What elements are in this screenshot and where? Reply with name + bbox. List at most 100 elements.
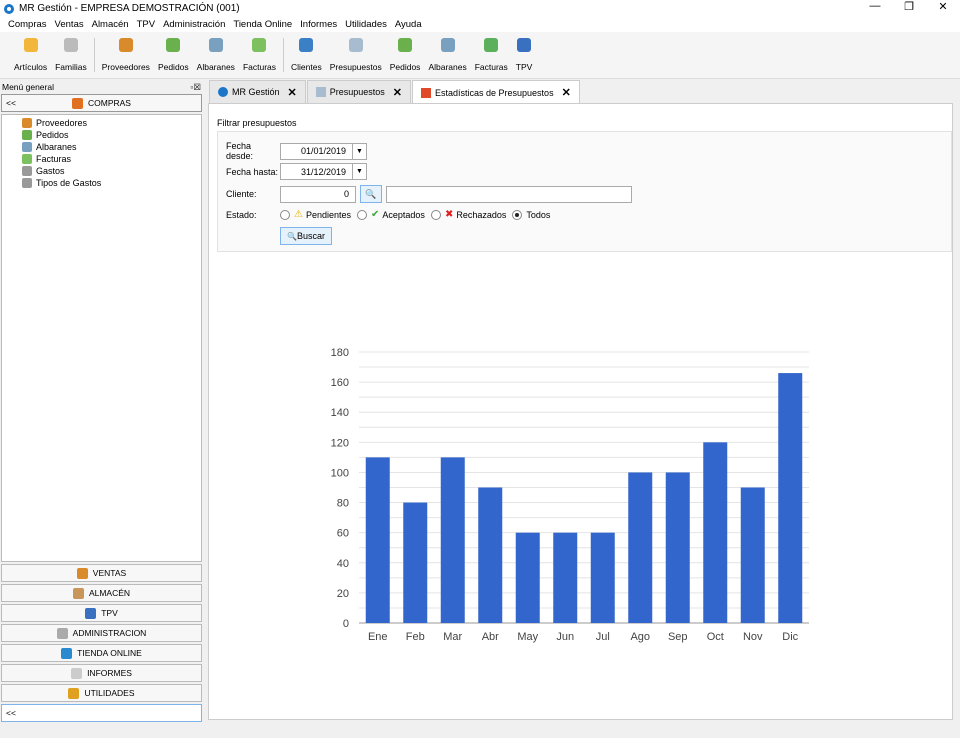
section-icon <box>85 607 97 619</box>
close-tab-icon[interactable]: ✕ <box>562 86 571 99</box>
cliente-label: Cliente: <box>226 189 257 199</box>
estado-radio[interactable] <box>280 209 290 220</box>
y-tick-label: 60 <box>337 528 349 540</box>
chevron-down-icon[interactable]: ▼ <box>353 142 367 160</box>
menu-0[interactable]: Compras <box>4 19 51 30</box>
toolbar-label: Proveedores <box>101 62 150 72</box>
toolbar-button[interactable]: Pedidos <box>386 32 425 78</box>
search-client-button[interactable]: 🔍 <box>360 185 382 203</box>
tab-2[interactable]: Estadísticas de Presupuestos ✕ <box>412 80 580 104</box>
estado-radio[interactable] <box>512 209 523 220</box>
estado-radio[interactable] <box>357 209 368 220</box>
bar-Nov <box>740 487 765 623</box>
minimize-button[interactable]: — <box>858 0 892 13</box>
x-tick-label: Oct <box>707 631 724 643</box>
section-compras[interactable]: << COMPRAS <box>1 94 202 112</box>
cliente-id-input[interactable]: 0 <box>280 185 356 203</box>
tree-item[interactable]: Tipos de Gastos <box>22 177 201 189</box>
x-tick-label: Feb <box>406 631 425 643</box>
toolbar-label: Artículos <box>14 62 48 72</box>
section-ventas[interactable]: VENTAS <box>1 564 202 582</box>
section-label: TPV <box>101 608 118 618</box>
bar-Dic <box>778 373 803 623</box>
menu-6[interactable]: Informes <box>296 19 341 30</box>
close-tab-icon[interactable]: ✕ <box>393 86 402 99</box>
section-icon <box>68 687 80 699</box>
tree-item[interactable]: Proveedores <box>22 117 201 129</box>
search-icon: 🔍 <box>287 231 297 241</box>
toolbar-label: Pedidos <box>389 62 421 72</box>
section-utilidades[interactable]: UTILIDADES <box>1 684 202 702</box>
cliente-nombre-input[interactable] <box>386 185 632 203</box>
title-bar: MR Gestión - EMPRESA DEMOSTRACIÓN (001) … <box>0 0 960 17</box>
section-administracion[interactable]: ADMINISTRACION <box>1 624 202 642</box>
tab-label: Presupuestos <box>329 87 385 97</box>
toolbar-button[interactable]: Facturas <box>471 32 512 78</box>
sidebar-window-buttons[interactable]: ▫☒ <box>190 82 201 94</box>
toolbar-label: Albaranes <box>428 62 467 72</box>
section-label: INFORMES <box>87 668 132 678</box>
y-tick-label: 20 <box>337 588 349 600</box>
estado-label: Rechazados <box>456 209 507 220</box>
tree-item-label: Pedidos <box>36 130 69 140</box>
sidebar: Menú general ▫☒ << COMPRAS Proveedores Ped… <box>0 82 203 722</box>
x-tick-label: Jun <box>556 631 574 643</box>
menu-4[interactable]: Administración <box>159 19 229 30</box>
close-tab-icon[interactable]: ✕ <box>288 86 297 99</box>
toolbar-button[interactable]: Proveedores <box>98 32 154 78</box>
tab-0[interactable]: MR Gestión ✕ <box>209 80 306 103</box>
toolbar-button[interactable]: Familias <box>51 32 91 78</box>
section-label: ALMACÉN <box>88 588 131 598</box>
x-tick-label: Abr <box>482 631 499 643</box>
menu-1[interactable]: Ventas <box>51 19 88 30</box>
chevron-down-icon[interactable]: ▼ <box>353 163 367 180</box>
tab-1[interactable]: Presupuestos ✕ <box>306 80 411 103</box>
tree-item[interactable]: Albaranes <box>22 141 201 153</box>
menu-7[interactable]: Utilidades <box>341 19 391 30</box>
tree-item[interactable]: Pedidos <box>22 129 201 141</box>
y-tick-label: 0 <box>343 618 349 630</box>
estado-radio[interactable] <box>430 209 441 220</box>
toolbar-button[interactable]: Artículos <box>10 32 51 78</box>
close-button[interactable]: ✕ <box>926 0 960 13</box>
section-label: ADMINISTRACION <box>72 628 147 638</box>
estado-icon: ⚠ <box>294 209 303 220</box>
toolbar-icon <box>23 38 38 52</box>
tab-icon <box>218 87 228 97</box>
toolbar-button[interactable]: TPV <box>512 32 537 78</box>
tree-item[interactable]: Facturas <box>22 153 201 165</box>
bar-Mar <box>440 457 465 623</box>
toolbar-icon <box>398 38 413 52</box>
menu-3[interactable]: TPV <box>133 19 159 30</box>
toolbar-icon <box>166 38 181 52</box>
section-almacén[interactable]: ALMACÉN <box>1 584 202 602</box>
buscar-button[interactable]: 🔍 Buscar <box>280 227 332 245</box>
toolbar-label: Clientes <box>291 62 322 72</box>
sidebar-footer-collapse[interactable]: << <box>1 704 202 722</box>
estado-label: Pendientes <box>305 209 352 220</box>
tree-item[interactable]: Gastos <box>22 165 201 177</box>
menu-2[interactable]: Almacén <box>88 19 133 30</box>
restore-button[interactable]: ❐ <box>892 0 926 13</box>
toolbar-button[interactable]: Clientes <box>287 32 326 78</box>
toolbar-button[interactable]: Facturas <box>239 32 280 78</box>
menu-8[interactable]: Ayuda <box>391 19 426 30</box>
toolbar-label: Facturas <box>242 62 277 72</box>
fecha-desde-input[interactable]: 01/01/2019 <box>280 142 353 160</box>
toolbar-button[interactable]: Pedidos <box>154 32 193 78</box>
section-icon <box>72 587 84 599</box>
fecha-hasta-input[interactable]: 31/12/2019 <box>280 163 353 180</box>
toolbar-icon <box>484 38 499 52</box>
toolbar-separator <box>93 38 95 72</box>
tree-item-icon <box>22 118 32 128</box>
section-informes[interactable]: INFORMES <box>1 664 202 682</box>
menu-5[interactable]: Tienda Online <box>229 19 296 30</box>
section-tpv[interactable]: TPV <box>1 604 202 622</box>
window-title: MR Gestión - EMPRESA DEMOSTRACIÓN (001) <box>19 3 240 14</box>
toolbar-button[interactable]: Albaranes <box>424 32 470 78</box>
section-tienda-online[interactable]: TIENDA ONLINE <box>1 644 202 662</box>
tree-item-label: Tipos de Gastos <box>36 178 102 188</box>
collapse-button[interactable]: << <box>6 98 16 108</box>
toolbar-button[interactable]: Albaranes <box>193 32 239 78</box>
toolbar-button[interactable]: Presupuestos <box>326 32 386 78</box>
